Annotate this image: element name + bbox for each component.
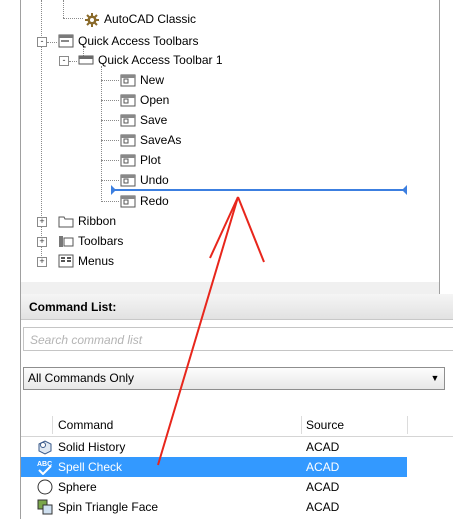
tree-item-label: Quick Access Toolbar 1 [98, 53, 223, 67]
tree-item-label: SaveAs [140, 133, 182, 147]
command-source: ACAD [306, 480, 340, 494]
command-icon [120, 113, 136, 127]
command-list-title: Command List: [29, 300, 117, 314]
command-icon [120, 194, 136, 208]
toolbar-group-icon [58, 34, 74, 48]
command-filter-dropdown[interactable]: All Commands Only ▼ [23, 367, 445, 390]
collapse-toggle[interactable]: - [37, 37, 47, 47]
command-icon [120, 133, 136, 147]
menus-icon [58, 254, 74, 268]
folder-icon [58, 214, 74, 228]
command-icon [120, 93, 136, 107]
spin-triangle-icon [37, 499, 53, 515]
command-name: Solid History [58, 440, 126, 454]
toolbars-icon [58, 234, 74, 248]
filter-selected-value: All Commands Only [28, 371, 135, 385]
command-grid-header: Command Source [21, 414, 453, 437]
tree-item-label: Save [140, 113, 168, 127]
tree-item-label: Menus [78, 254, 115, 268]
tree-item-label: Plot [140, 153, 161, 167]
command-row-spin-triangle-face[interactable]: Spin Triangle Face ACAD [21, 497, 453, 517]
panel-splitter[interactable] [20, 282, 440, 294]
column-header-command[interactable]: Command [58, 414, 113, 436]
tree-item-label: New [140, 73, 165, 87]
column-separator [407, 416, 408, 434]
search-input[interactable] [28, 330, 452, 350]
tree-item-label: AutoCAD Classic [104, 12, 197, 26]
tree-connector [101, 120, 119, 121]
sphere-icon [37, 479, 53, 495]
tree-item-label: Toolbars [78, 234, 124, 248]
column-separator [52, 416, 53, 434]
gear-icon [84, 12, 100, 27]
tree-item-label: Quick Access Toolbars [78, 34, 199, 48]
command-name: Spin Triangle Face [58, 500, 159, 514]
tree-item-label: Open [140, 93, 170, 107]
toolbar-icon [78, 53, 94, 67]
command-row-sphere[interactable]: Sphere ACAD [21, 477, 453, 497]
tree-connector [63, 18, 83, 19]
tree-connector [101, 100, 119, 101]
tree-connector [69, 61, 77, 62]
command-name: Spell Check [58, 460, 123, 474]
customizations-tree[interactable]: AutoCAD Classic - Quick Access Toolbars … [20, 0, 440, 283]
command-row-solid-history[interactable]: Solid History ACAD [21, 437, 453, 457]
search-box[interactable] [23, 327, 453, 351]
command-name: Sphere [58, 480, 97, 494]
solid-history-icon [37, 439, 53, 455]
spell-check-icon: ABC [37, 459, 53, 476]
dropdown-arrow-icon[interactable]: ▼ [426, 368, 444, 389]
command-row-spell-check[interactable]: ABC Spell Check ACAD [21, 457, 407, 477]
tree-connector [63, 0, 64, 18]
tree-connector [101, 80, 119, 81]
expand-toggle[interactable]: + [37, 217, 47, 227]
command-icon [120, 73, 136, 87]
collapse-toggle[interactable]: - [59, 56, 69, 66]
command-icon [120, 153, 136, 167]
tree-connector [101, 160, 119, 161]
tree-item-label: Ribbon [78, 214, 117, 228]
command-source: ACAD [306, 500, 340, 514]
expand-toggle[interactable]: + [37, 257, 47, 267]
command-source: ACAD [306, 460, 340, 474]
drop-indicator [111, 185, 407, 195]
tree-connector [101, 180, 119, 181]
command-source: ACAD [306, 440, 340, 454]
expand-toggle[interactable]: + [37, 237, 47, 247]
column-header-source[interactable]: Source [306, 414, 344, 436]
tree-connector [101, 66, 102, 202]
command-list-panel: Command List: All Commands Only ▼ Comman… [20, 294, 453, 519]
column-separator [301, 416, 302, 434]
tree-connector [101, 201, 119, 202]
tree-connector [47, 42, 57, 43]
command-list-header: Command List: [21, 294, 453, 320]
tree-connector [101, 140, 119, 141]
